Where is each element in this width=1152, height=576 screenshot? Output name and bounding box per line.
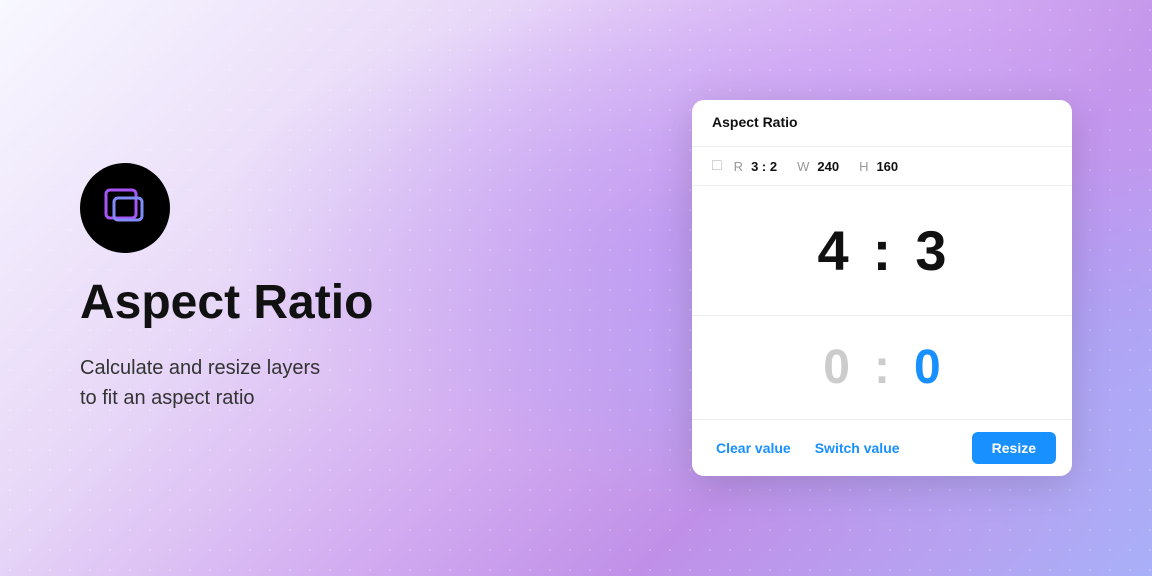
card-header: Aspect Ratio xyxy=(692,100,1072,147)
logo-circle xyxy=(80,163,170,253)
info-row: □ R 3 : 2 W 240 H 160 xyxy=(692,147,1072,186)
main-content: Aspect Ratio Calculate and resize layers… xyxy=(0,0,1152,576)
height-label: H xyxy=(859,159,868,174)
ratio-value: 3 : 2 xyxy=(751,159,777,174)
clear-value-button[interactable]: Clear value xyxy=(708,434,799,462)
card-actions: Clear value Switch value Resize xyxy=(692,420,1072,476)
ratio-label: R xyxy=(734,159,743,174)
plugin-card: Aspect Ratio □ R 3 : 2 W 240 H 160 4 : 3… xyxy=(692,100,1072,476)
switch-value-button[interactable]: Switch value xyxy=(807,434,908,462)
input-ratio-colon: : xyxy=(874,340,890,395)
card-title: Aspect Ratio xyxy=(712,114,798,130)
main-ratio-colon: : xyxy=(873,218,892,283)
resize-icon: □ xyxy=(712,157,722,175)
width-value: 240 xyxy=(817,159,839,174)
input-ratio-display: 0 : 0 xyxy=(692,316,1072,420)
width-label: W xyxy=(797,159,809,174)
input-ratio-left: 0 xyxy=(823,340,850,395)
main-ratio-display: 4 : 3 xyxy=(692,186,1072,316)
height-value: 160 xyxy=(876,159,898,174)
resize-button[interactable]: Resize xyxy=(972,432,1056,464)
page-subtitle: Calculate and resize layersto fit an asp… xyxy=(80,353,632,413)
left-section: Aspect Ratio Calculate and resize layers… xyxy=(80,163,632,414)
logo-icon xyxy=(100,180,150,235)
input-ratio-right: 0 xyxy=(914,340,941,395)
main-ratio-right: 3 xyxy=(915,218,946,283)
main-ratio-left: 4 xyxy=(818,218,849,283)
page-title: Aspect Ratio xyxy=(80,277,632,330)
